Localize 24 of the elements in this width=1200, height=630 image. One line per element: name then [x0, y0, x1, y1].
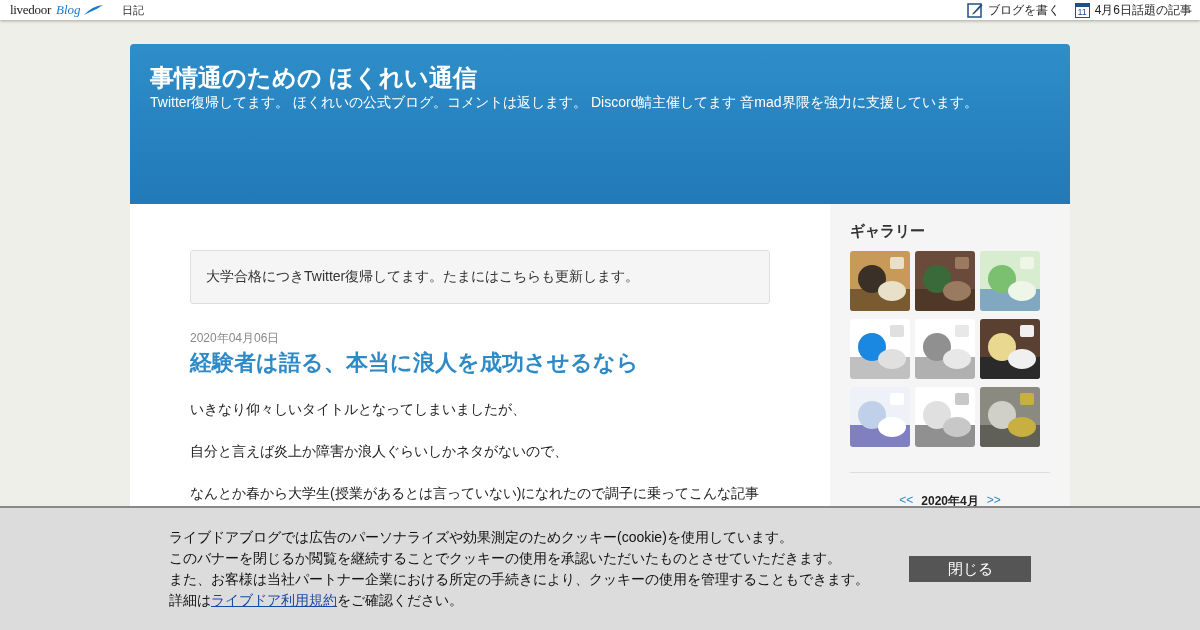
previous-month-link[interactable]: << [899, 493, 914, 510]
cookie-notice-line: 詳細はライブドア利用規約をご確認ください。 [169, 591, 464, 610]
close-button[interactable]: 閉じる [909, 556, 1031, 582]
header-link[interactable]: ブログを書く [987, 1, 1060, 19]
nav-link[interactable]: 日記 [122, 2, 144, 18]
cookie-notice-line: ライブドアブログでは広告のパーソナライズや効果測定のためクッキー(cookie)を使用しています。 [169, 528, 794, 547]
blog-description: Twitter復帰してます。 ほくれいの公式ブログ。コメントは返します。 Discord鯖主催してます 音mad界隈を強力に支援しています。 [150, 94, 979, 112]
article-paragraph: 自分と言えば炎上か障害か浪人ぐらいしかネタがないので、 [190, 442, 569, 461]
cookie-notice-line: このバナーを閉じるか閲覧を継続することでクッキーの使用を承認いただいたものとさせていただきます。 [169, 549, 842, 568]
header-link[interactable]: 4月6日話題の記事 [1094, 1, 1192, 19]
calendar-month: 2020年4月 [921, 493, 979, 510]
notice-box: 大学合格につきTwitter復帰してます。たまにはこちらも更新します。 [190, 250, 770, 304]
cookie-notice-line: また、お客様は当社パートナー企業における所定の手続きにより、クッキーの使用を管理することもできます。 [169, 570, 869, 589]
terms-link[interactable]: ライブドア利用規約 [211, 592, 337, 608]
article-paragraph: いきなり仰々しいタイトルとなってしまいましたが、 [190, 400, 527, 419]
gallery-title: ギャラリー [850, 222, 926, 241]
blog-title[interactable]: 事情通のための ほくれい通信 [150, 64, 1050, 92]
next-month-link[interactable]: >> [986, 493, 1001, 510]
article-title[interactable]: 経験者は語る、本当に浪人を成功させるなら [190, 349, 770, 377]
calendar-icon[interactable]: 11 [1074, 2, 1090, 18]
article-date: 2020年04月06日 [190, 330, 281, 347]
article-paragraph: なんとか春から大学生(授業があるとは言っていない)になれたので調子に乗ってこんな記事 [190, 484, 761, 503]
livedoor-blog-logo[interactable]: livedoor Blog [10, 2, 110, 18]
edit-icon[interactable] [966, 2, 983, 18]
